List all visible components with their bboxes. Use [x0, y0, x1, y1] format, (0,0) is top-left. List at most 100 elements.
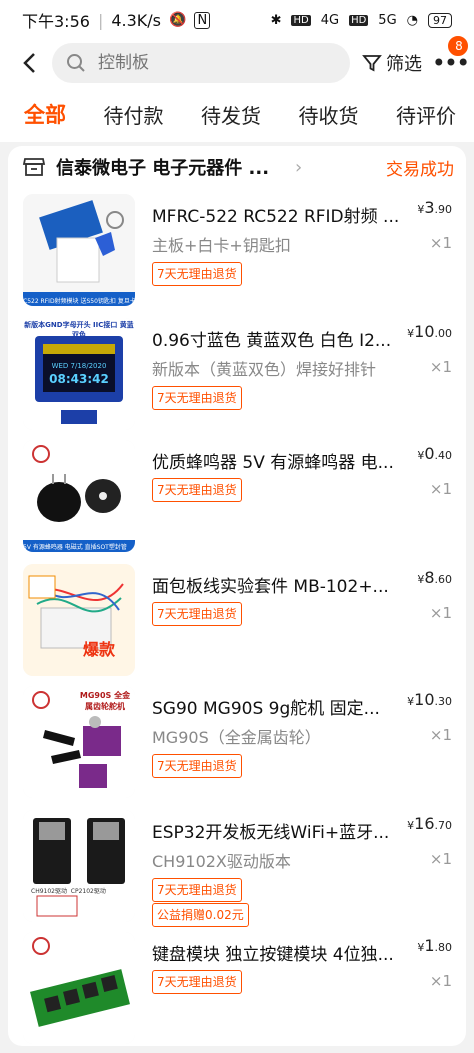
price-integer: 16 [414, 814, 435, 833]
tab-pending-review[interactable]: 待评价 [396, 92, 456, 137]
item-title[interactable]: 0.96寸蓝色 黄蓝双色 白色 I2... [152, 326, 414, 351]
item-price: ¥3.90 [417, 198, 452, 217]
price-decimal: .70 [434, 819, 453, 832]
chevron-right-icon: › [295, 156, 303, 178]
price-decimal: .60 [434, 573, 453, 586]
return-policy-tag: 7天无理由退货 [152, 754, 242, 778]
price-decimal: .30 [434, 695, 453, 708]
return-policy-tag: 7天无理由退货 [152, 262, 242, 286]
chevron-left-icon [23, 53, 35, 73]
item-price: ¥16.70 [407, 814, 452, 833]
thumbnail-caption: C522 RFID射频模块 送S50钥匙扣 复旦卡 [23, 298, 135, 305]
product-thumbnail[interactable]: CH9102驱动 CP2102驱动 [23, 810, 135, 922]
network-hd-2: HD [349, 14, 369, 26]
search-box[interactable] [52, 43, 350, 83]
order-item[interactable]: C522 RFID射频模块 送S50钥匙扣 复旦卡 MFRC-522 RC522… [8, 194, 466, 312]
item-title[interactable]: 键盘模块 独立按键模块 4位独... [152, 940, 414, 965]
item-title[interactable]: 面包板线实验套件 MB-102+... [152, 572, 414, 597]
item-title[interactable]: SG90 MG90S 9g舵机 固定... [152, 694, 414, 719]
item-quantity: ×1 [429, 234, 452, 252]
item-quantity: ×1 [429, 604, 452, 622]
mute-icon: 🔕 [169, 12, 187, 28]
order-status: 交易成功 [386, 159, 454, 180]
order-tabs: 全部 待付款 待发货 待收货 待评价 [0, 86, 474, 142]
product-thumbnail[interactable]: 爆款 [23, 564, 135, 676]
price-decimal: .90 [434, 203, 453, 216]
filter-label: 筛选 [386, 54, 422, 75]
search-input[interactable] [96, 52, 300, 74]
price-decimal: .00 [434, 327, 453, 340]
price-integer: 10 [414, 690, 435, 709]
thumbnail-caption: MG90S 全金属齿轮舵机 [79, 691, 131, 711]
item-price: ¥0.40 [417, 444, 452, 463]
item-title[interactable]: ESP32开发板无线WiFi+蓝牙... [152, 818, 414, 843]
status-divider: | [97, 10, 104, 30]
shop-header[interactable]: 信泰微电子 电子元器件 ... › 交易成功 [8, 146, 466, 188]
thumbnail-caption: 爆款 [83, 640, 116, 659]
tab-all[interactable]: 全部 [24, 91, 66, 137]
battery-indicator: 97 [428, 12, 452, 28]
order-item[interactable]: 键盘模块 独立按键模块 4位独... ¥1.80 ×1 7天无理由退货 [8, 932, 466, 1050]
return-policy-tag: 7天无理由退货 [152, 386, 242, 410]
status-bar: 下午3:56 | 4.3K/s 🔕 N ✱ HD 4G HD 5G ◔ 97 [0, 0, 474, 40]
order-card[interactable]: 信泰微电子 电子元器件 ... › 交易成功 C522 RFID射频模块 送S5… [8, 146, 466, 1046]
item-price: ¥8.60 [417, 568, 452, 587]
notification-badge: 8 [446, 34, 470, 58]
price-integer: 1 [424, 936, 435, 955]
oled-time: 08:43:42 [49, 372, 109, 386]
item-spec: 主板+白卡+钥匙扣 [152, 236, 291, 255]
product-thumbnail[interactable]: C522 RFID射频模块 送S50钥匙扣 复旦卡 [23, 194, 135, 306]
product-thumbnail[interactable]: 5V 有源蜂鸣器 电磁式 直插SOT塑封管 [23, 440, 135, 552]
price-integer: 10 [414, 322, 435, 341]
item-spec: CH9102X驱动版本 [152, 852, 291, 871]
product-thumbnail[interactable]: MG90S 全金属齿轮舵机 [23, 686, 135, 798]
thumbnail-caption: 新版本GND字母开头 IIC接口 黄蓝双色 [24, 321, 134, 339]
wifi-icon: ◔ [406, 12, 418, 28]
item-price: ¥10.00 [407, 322, 452, 341]
order-item[interactable]: 5V 有源蜂鸣器 电磁式 直插SOT塑封管 优质蜂鸣器 5V 有源蜂鸣器 电..… [8, 440, 466, 558]
tab-pending-receipt[interactable]: 待收货 [299, 92, 359, 137]
order-item[interactable]: MG90S 全金属齿轮舵机 SG90 MG90S 9g舵机 固定... MG90… [8, 686, 466, 804]
thumbnail-caption: 5V 有源蜂鸣器 电磁式 直插SOT塑封管 [23, 544, 127, 551]
item-spec: 新版本（黄蓝双色）焊接好排针 [152, 360, 377, 379]
search-icon [66, 53, 86, 73]
return-policy-tag: 7天无理由退货 [152, 970, 242, 994]
top-bar: 筛选 ••• 8 [0, 34, 474, 86]
status-speed: 4.3K/s [111, 10, 161, 30]
item-spec: MG90S（全金属齿轮） [152, 728, 321, 747]
item-quantity: ×1 [429, 726, 452, 744]
item-title[interactable]: MFRC-522 RC522 RFID射频 ... [152, 202, 414, 227]
return-policy-tag: 7天无理由退货 [152, 602, 242, 626]
nfc-icon: N [194, 11, 211, 29]
tab-pending-shipment[interactable]: 待发货 [201, 92, 261, 137]
item-quantity: ×1 [429, 850, 452, 868]
store-icon [22, 158, 46, 176]
order-item[interactable]: CH9102驱动 CP2102驱动 ESP32开发板无线WiFi+蓝牙... C… [8, 810, 466, 927]
product-thumbnail[interactable] [23, 932, 135, 1044]
charity-donation-tag: 公益捐赠0.02元 [152, 903, 249, 927]
funnel-icon [362, 55, 382, 72]
return-policy-tag: 7天无理由退货 [152, 478, 242, 502]
price-decimal: .40 [434, 449, 453, 462]
order-item[interactable]: 新版本GND字母开头 IIC接口 黄蓝双色 WED 7/18/2020 08:4… [8, 318, 466, 436]
filter-button[interactable]: 筛选 [362, 50, 422, 76]
item-title[interactable]: 优质蜂鸣器 5V 有源蜂鸣器 电... [152, 448, 414, 473]
oled-date: WED 7/18/2020 [51, 362, 107, 370]
price-decimal: .80 [434, 941, 453, 954]
shop-name[interactable]: 信泰微电子 电子元器件 ... [56, 154, 269, 180]
thumbnail-caption: CH9102驱动 CP2102驱动 [31, 888, 106, 895]
return-policy-tag: 7天无理由退货 [152, 878, 242, 902]
network-5g: 5G [378, 12, 397, 28]
product-thumbnail[interactable]: 新版本GND字母开头 IIC接口 黄蓝双色 WED 7/18/2020 08:4… [23, 318, 135, 430]
bluetooth-icon: ✱ [270, 12, 282, 28]
more-button[interactable]: ••• 8 [432, 34, 470, 78]
order-item[interactable]: 爆款 面包板线实验套件 MB-102+... ¥8.60 ×1 7天无理由退货 [8, 564, 466, 682]
back-button[interactable] [12, 46, 46, 80]
status-time: 下午3:56 [22, 12, 90, 31]
item-quantity: ×1 [429, 972, 452, 990]
item-quantity: ×1 [429, 480, 452, 498]
network-4g: 4G [320, 12, 340, 28]
price-integer: 3 [424, 198, 435, 217]
tab-pending-payment[interactable]: 待付款 [104, 92, 164, 137]
price-integer: 8 [424, 568, 435, 587]
